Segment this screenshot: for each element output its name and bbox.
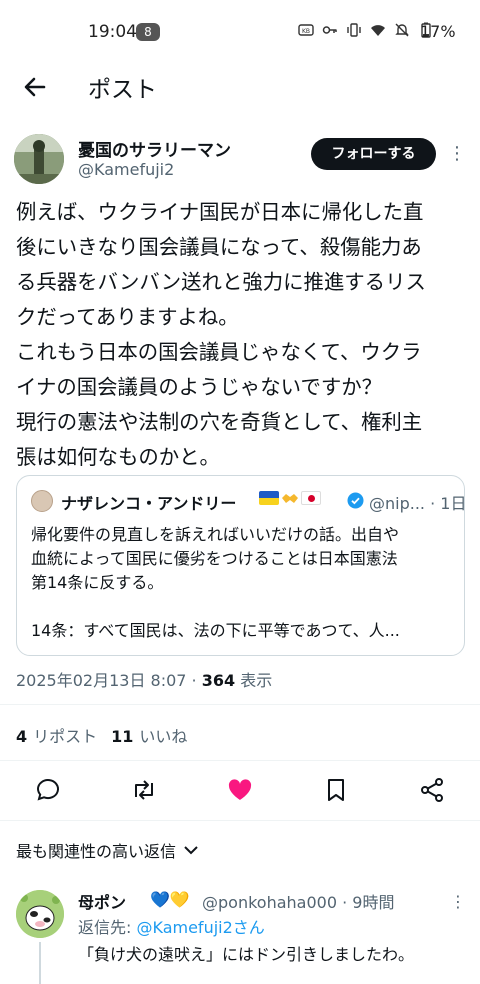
- post-body-line: クだってありますよね。: [16, 305, 239, 329]
- avatar-image: [14, 134, 64, 184]
- more-options-icon[interactable]: ⋮: [450, 892, 466, 911]
- views-label: 表示: [235, 671, 273, 690]
- divider: [0, 820, 480, 821]
- svg-text:KB: KB: [302, 28, 310, 35]
- reply-handle-time[interactable]: @ponkohaha000 · 9時間: [202, 889, 394, 913]
- quoted-post-card[interactable]: ナザレンコ・アンドリー @nip... · 1日 帰化要件の見直しを訴えればいい…: [16, 475, 465, 656]
- likes-stat[interactable]: 11 いいね: [111, 723, 187, 747]
- divider: [0, 704, 480, 705]
- quoted-text-gap: [31, 595, 456, 619]
- author-handle[interactable]: @Kamefuji2: [78, 160, 174, 179]
- post-stats: 4 リポスト 11 いいね: [16, 723, 187, 747]
- status-icons: KB: [298, 22, 434, 38]
- network-speed-icon: KB: [298, 24, 314, 36]
- follow-button[interactable]: フォローする: [311, 138, 436, 170]
- status-bar: 19:04 8 KB 17%: [0, 0, 480, 64]
- ukraine-flag-icon: [259, 491, 279, 505]
- likes-count: 11: [111, 727, 134, 746]
- reply-to: 返信先: @Kamefuji2さん: [78, 914, 265, 938]
- reposts-stat[interactable]: 4 リポスト: [16, 723, 97, 747]
- post-body-line: イナの国会議員のようじゃないですか？: [16, 375, 383, 399]
- battery-percent: 17%: [420, 22, 456, 41]
- post-body-line: る兵器をバンバン送れと強力に推進するリス: [16, 270, 426, 294]
- reposts-count: 4: [16, 727, 28, 746]
- handshake-icon: [282, 494, 298, 503]
- post-body-line: 張は如何なものかと。: [16, 445, 220, 469]
- quoted-text-line: 第14条に反する。: [31, 573, 164, 592]
- post-body-line: 現行の憲法や法制の穴を奇貨として、権利主: [16, 410, 423, 434]
- post-meta: 2025年02月13日 8:07 · 364 表示: [16, 667, 272, 691]
- page-header: ポスト: [0, 64, 480, 108]
- reply-author-avatar[interactable]: [16, 890, 64, 938]
- status-time: 19:04: [88, 22, 137, 42]
- quoted-handle-time: @nip... · 1日: [369, 494, 465, 513]
- quoted-author-avatar: [31, 490, 53, 512]
- author-name[interactable]: 憂国のサラリーマン: [78, 136, 231, 161]
- reply-to-handle[interactable]: @Kamefuji2さん: [136, 918, 264, 937]
- reply-to-prefix: 返信先:: [78, 918, 137, 937]
- author-avatar[interactable]: [14, 134, 64, 184]
- reply-author-emoji: 💙💛: [150, 890, 190, 909]
- quoted-text-line: 帰化要件の見直しを訴えればいいだけの話。出自や: [31, 525, 400, 544]
- avatar-image: [16, 890, 64, 938]
- japan-flag-icon: [301, 491, 321, 505]
- quoted-text-line: 血統によって国民に優劣をつけることは日本国憲法: [31, 549, 398, 568]
- wifi-icon: [371, 25, 385, 36]
- post-timestamp: 2025年02月13日 8:07 ·: [16, 671, 202, 690]
- notification-count-badge: 8: [136, 23, 160, 41]
- vibrate-icon: [347, 23, 361, 37]
- replies-sort-label: 最も関連性の高い返信: [16, 842, 177, 861]
- replies-sort-dropdown[interactable]: 最も関連性の高い返信: [16, 838, 198, 862]
- share-icon[interactable]: [418, 776, 446, 804]
- verified-badge-icon: [347, 492, 364, 509]
- quoted-post-text: 帰化要件の見直しを訴えればいいだけの話。出自や 血統によって国民に優劣をつけるこ…: [31, 523, 456, 643]
- post-body-line: これもう日本の国会議員じゃなくて、ウクラ: [16, 340, 422, 364]
- views-count: 364: [201, 671, 236, 690]
- arrow-left-icon[interactable]: [20, 72, 50, 102]
- reposts-label: リポスト: [33, 727, 98, 746]
- reply-icon[interactable]: [34, 776, 62, 804]
- quoted-author-name: ナザレンコ・アンドリー: [61, 494, 237, 513]
- post-body: 例えば、ウクライナ国民が日本に帰化した直 後にいきなり国会議員になって、殺傷能力…: [16, 195, 468, 475]
- action-bar: [0, 772, 480, 808]
- quoted-author-emoji: [259, 490, 321, 506]
- reply-text: 「負け犬の遠吠え」にはドン引きしましたわ。: [78, 945, 415, 964]
- quoted-text-line: 14条：すべて国民は、法の下に平等であつて、人...: [31, 621, 400, 640]
- bookmark-icon[interactable]: [322, 776, 350, 804]
- mute-icon: [395, 23, 409, 37]
- key-icon: [322, 26, 337, 34]
- likes-label: いいね: [139, 727, 188, 746]
- heart-icon[interactable]: [226, 776, 254, 804]
- more-options-icon[interactable]: ⋮: [448, 144, 466, 164]
- repost-icon[interactable]: [130, 776, 158, 804]
- post-body-line: 例えば、ウクライナ国民が日本に帰化した直: [16, 200, 424, 224]
- divider: [0, 760, 480, 761]
- page-title: ポスト: [88, 77, 157, 103]
- thread-line: [39, 942, 41, 984]
- post-body-line: 後にいきなり国会議員になって、殺傷能力あ: [16, 235, 422, 259]
- chevron-down-icon: [184, 846, 198, 855]
- reply-author-name[interactable]: 母ポン: [78, 889, 126, 913]
